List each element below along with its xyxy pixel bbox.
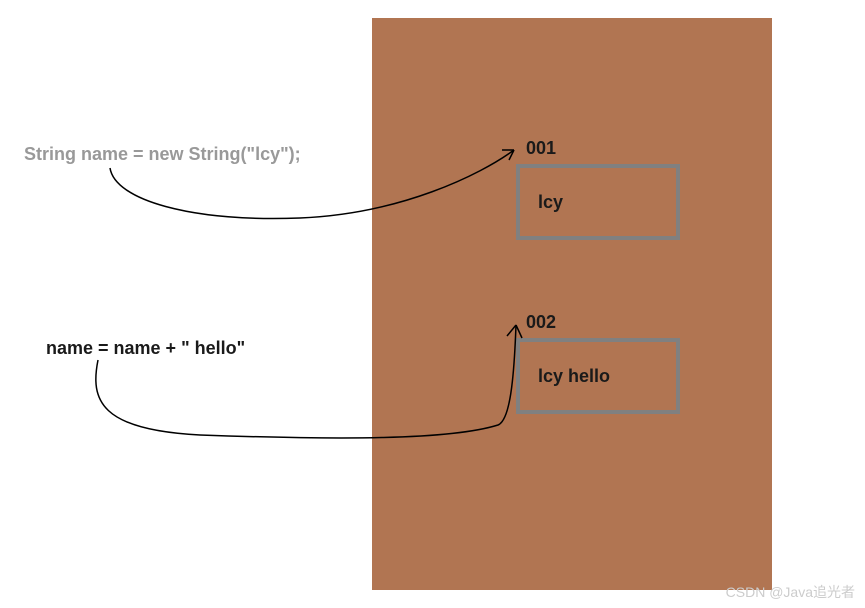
heap-memory-area	[372, 18, 772, 590]
string-object-box-2: lcy hello	[516, 338, 680, 414]
object-value-1: lcy	[538, 192, 563, 213]
code-statement-2: name = name + " hello"	[46, 338, 245, 359]
watermark-text: CSDN @Java追光者	[726, 582, 855, 602]
code-statement-1: String name = new String("lcy");	[24, 144, 301, 165]
object-address-2: 002	[526, 312, 556, 333]
string-object-box-1: lcy	[516, 164, 680, 240]
object-value-2: lcy hello	[538, 366, 610, 387]
object-address-1: 001	[526, 138, 556, 159]
